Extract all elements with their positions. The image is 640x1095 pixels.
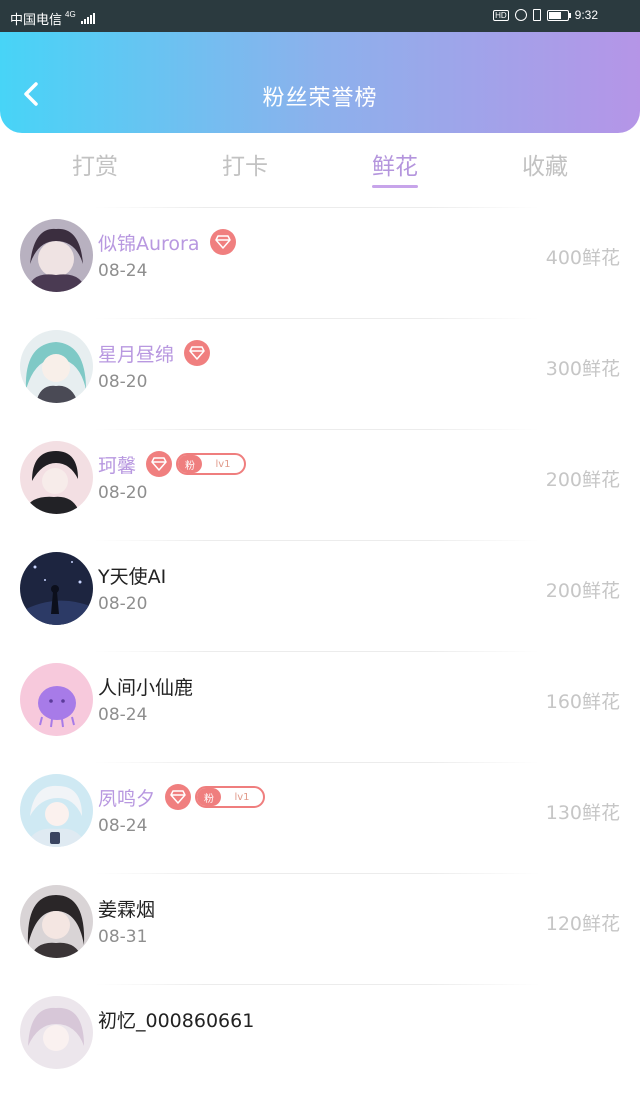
hd-badge: HD — [493, 9, 509, 21]
gift-date: 08-20 — [98, 372, 148, 392]
fan-tag: 粉 — [178, 455, 203, 473]
user-name: 人间小仙鹿 — [98, 676, 194, 699]
network-label: 4G — [65, 10, 76, 19]
tab-flowers[interactable]: 鲜花 — [335, 147, 455, 181]
alarm-icon — [514, 9, 527, 21]
fan-level: lv1 — [234, 791, 250, 803]
tab-bar: 打赏 打卡 鲜花 收藏 — [0, 133, 640, 195]
diamond-icon — [146, 451, 173, 477]
page-title: 粉丝荣誉榜 — [262, 86, 378, 111]
list-item[interactable]: 夙鸣夕 粉 lv1 08-24 130鲜花 — [0, 762, 640, 873]
name-line: 姜霖烟 — [98, 895, 155, 921]
list-item[interactable]: 人间小仙鹿 08-24 160鲜花 — [0, 651, 640, 762]
list-item[interactable]: Y天使AI 08-20 200鲜花 — [0, 540, 640, 651]
flower-amount: 120鲜花 — [545, 913, 620, 935]
list-item[interactable]: 珂馨 粉 lv1 08-20 200鲜花 — [0, 429, 640, 540]
avatar — [20, 330, 93, 403]
name-line: 似锦Aurora — [98, 229, 236, 255]
name-line: 星月昼绵 — [98, 340, 211, 366]
header-bar: 粉丝荣誉榜 — [0, 32, 640, 133]
list-item[interactable]: 星月昼绵 08-20 300鲜花 — [0, 318, 640, 429]
gift-date: 08-31 — [98, 927, 148, 947]
name-line: Y天使AI — [98, 562, 166, 588]
gift-date: 08-24 — [98, 705, 148, 725]
list-item[interactable]: 姜霖烟 08-31 120鲜花 — [0, 873, 640, 984]
tab-favorites[interactable]: 收藏 — [485, 147, 605, 181]
fan-tag: 粉 — [197, 788, 222, 806]
avatar — [20, 996, 93, 1069]
user-name: 初忆_000860661 — [98, 1009, 255, 1032]
battery-icon — [546, 9, 571, 21]
name-line: 夙鸣夕 粉 lv1 — [98, 784, 266, 810]
gift-date: 08-20 — [98, 483, 148, 503]
fan-level-badge: 粉 lv1 — [176, 453, 247, 475]
status-time: 9:32 — [574, 8, 598, 22]
avatar — [20, 441, 93, 514]
gift-date: 08-20 — [98, 594, 148, 614]
diamond-icon — [165, 784, 192, 810]
flower-amount: 400鲜花 — [545, 247, 620, 269]
signal-icon — [80, 13, 95, 24]
gift-date: 08-24 — [98, 816, 148, 836]
user-name: 姜霖烟 — [98, 898, 156, 921]
avatar — [20, 552, 93, 625]
name-line: 珂馨 粉 lv1 — [98, 451, 247, 477]
flower-amount: 300鲜花 — [545, 358, 620, 380]
tab-reward[interactable]: 打赏 — [35, 147, 155, 181]
list-item[interactable]: 初忆_000860661 — [0, 984, 640, 1095]
flower-amount: 130鲜花 — [545, 802, 620, 824]
gift-date: 08-24 — [98, 261, 148, 281]
name-line: 初忆_000860661 — [98, 1006, 254, 1032]
avatar — [20, 774, 93, 847]
status-left: 中国电信 4G — [10, 9, 95, 28]
user-name: 星月昼绵 — [98, 343, 175, 366]
user-name: 夙鸣夕 — [98, 787, 156, 810]
tab-checkin[interactable]: 打卡 — [185, 147, 305, 181]
user-name: 似锦Aurora — [98, 232, 200, 255]
flower-amount: 160鲜花 — [545, 691, 620, 713]
name-line: 人间小仙鹿 — [98, 673, 193, 699]
flower-amount: 200鲜花 — [545, 469, 620, 491]
diamond-icon — [209, 229, 236, 255]
status-right: HD 9:32 — [493, 8, 598, 22]
avatar — [20, 663, 93, 736]
fan-level: lv1 — [215, 458, 231, 470]
flower-amount: 200鲜花 — [545, 580, 620, 602]
vibrate-icon — [532, 9, 541, 21]
diamond-icon — [184, 340, 211, 366]
carrier-label: 中国电信 — [10, 12, 63, 27]
status-bar: 中国电信 4G HD 9:32 — [0, 0, 640, 32]
avatar — [20, 885, 93, 958]
user-name: Y天使AI — [98, 565, 167, 588]
active-tab-indicator — [372, 185, 418, 188]
list-item[interactable]: 似锦Aurora 08-24 400鲜花 — [0, 207, 640, 318]
user-name: 珂馨 — [98, 454, 137, 477]
fan-level-badge: 粉 lv1 — [195, 786, 266, 808]
avatar — [20, 219, 93, 292]
